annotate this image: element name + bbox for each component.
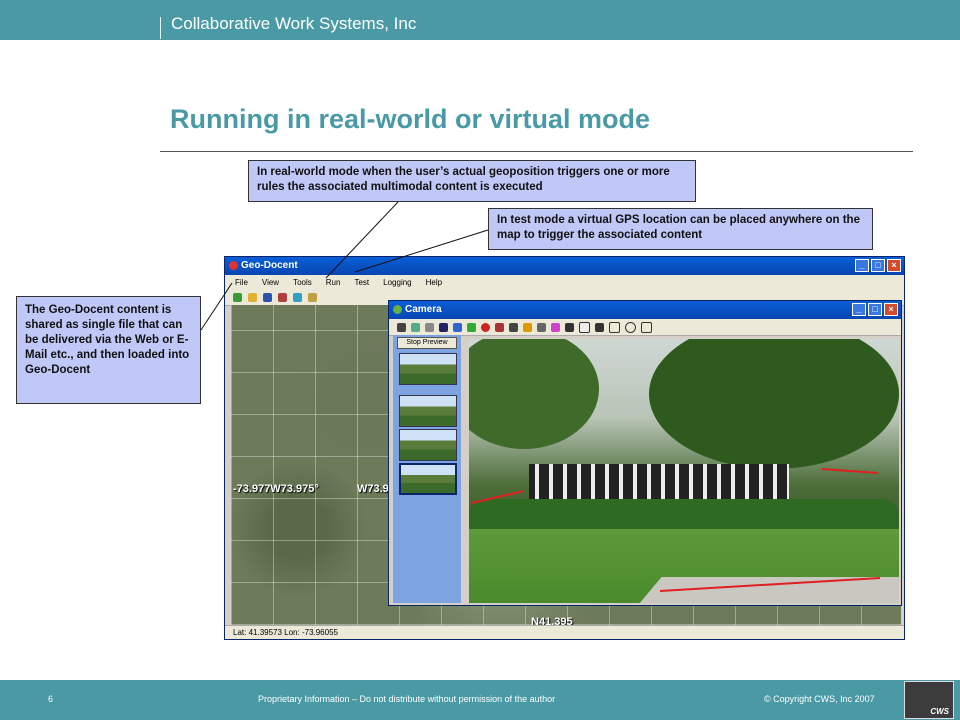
- maximize-button[interactable]: □: [868, 303, 882, 316]
- logo-text: CWS: [930, 707, 949, 716]
- maximize-button[interactable]: □: [871, 259, 885, 272]
- line-width-icon[interactable]: [565, 322, 574, 332]
- menu-run[interactable]: Run: [326, 278, 341, 287]
- camera-app-icon: [393, 305, 402, 314]
- camera-title-bar[interactable]: Camera _ □ ×: [389, 301, 901, 319]
- save-icon[interactable]: [263, 292, 272, 302]
- menu-test[interactable]: Test: [354, 278, 369, 287]
- cws-logo: CWS: [904, 681, 954, 719]
- rewind-icon[interactable]: [439, 322, 448, 332]
- copyright-notice: © Copyright CWS, Inc 2007: [764, 694, 875, 704]
- play-icon[interactable]: [467, 322, 476, 332]
- geo-status-bar: Lat: 41.39573 Lon: -73.96055: [225, 625, 904, 639]
- app-icon: [229, 261, 238, 270]
- map-coord-label: N41.395: [531, 616, 573, 625]
- properties-icon[interactable]: [278, 292, 287, 302]
- menu-file[interactable]: File: [235, 278, 248, 287]
- company-name: Collaborative Work Systems, Inc: [171, 14, 417, 33]
- title-rule: [160, 151, 913, 152]
- palette-icon[interactable]: [551, 322, 560, 332]
- menu-help[interactable]: Help: [426, 278, 442, 287]
- stop-preview-button[interactable]: Stop Preview: [397, 337, 457, 349]
- map-coord-label: W73.9: [357, 483, 389, 495]
- sidewalk: [636, 577, 899, 603]
- callout-test-mode: In test mode a virtual GPS location can …: [488, 208, 873, 250]
- video-thumbnail-selected[interactable]: [399, 463, 457, 495]
- tree-canopy: [649, 339, 899, 469]
- header-divider: [160, 17, 161, 39]
- proprietary-notice: Proprietary Information – Do not distrib…: [258, 694, 556, 704]
- pointer-icon[interactable]: [579, 321, 590, 333]
- camera-preview-image: [469, 339, 899, 603]
- minimize-button[interactable]: _: [852, 303, 866, 316]
- camera-icon[interactable]: [397, 322, 406, 332]
- thumbnail-strip: Stop Preview: [393, 335, 461, 603]
- callout-content-sharing: The Geo-Docent content is shared as sing…: [16, 296, 201, 404]
- slide-title: Running in real-world or virtual mode: [170, 104, 651, 134]
- ellipse-tool-icon[interactable]: [625, 321, 636, 333]
- camera-window-title: Camera: [405, 304, 442, 315]
- zoom-icon[interactable]: [411, 322, 420, 332]
- line-tool-icon[interactable]: [595, 322, 604, 332]
- polygon-tool-icon[interactable]: [641, 321, 652, 333]
- camera-window: Camera _ □ × Stop Preview: [388, 300, 902, 606]
- video-thumbnail[interactable]: [399, 429, 457, 461]
- page-number: 6: [48, 694, 54, 704]
- callout-real-world-mode: In real-world mode when the user’s actua…: [248, 160, 696, 202]
- delete-icon[interactable]: [509, 322, 518, 332]
- tree-canopy: [469, 339, 599, 449]
- marching-band: [529, 464, 789, 504]
- close-button[interactable]: ×: [887, 259, 901, 272]
- snapshot-icon[interactable]: [495, 322, 504, 332]
- map-coord-label: -73.977W73.975°: [233, 483, 319, 495]
- geo-window-title: Geo-Docent: [241, 260, 298, 271]
- video-thumbnail[interactable]: [399, 395, 457, 427]
- pen-icon[interactable]: [537, 322, 546, 332]
- geo-title-bar[interactable]: Geo-Docent _ □ ×: [225, 257, 904, 275]
- open-folder-icon[interactable]: [248, 292, 257, 302]
- globe-icon[interactable]: [293, 292, 302, 302]
- pencil-icon[interactable]: [523, 322, 532, 332]
- tools-icon[interactable]: [425, 322, 434, 332]
- geo-menubar: File View Tools Run Test Logging Help: [225, 275, 904, 289]
- menu-logging[interactable]: Logging: [383, 278, 411, 287]
- rectangle-tool-icon[interactable]: [609, 321, 620, 333]
- close-button[interactable]: ×: [884, 303, 898, 316]
- camera-toolbar: [389, 319, 901, 336]
- minimize-button[interactable]: _: [855, 259, 869, 272]
- stop-icon[interactable]: [453, 322, 462, 332]
- video-thumbnail[interactable]: [399, 353, 457, 385]
- footer-bar: 6 Proprietary Information – Do not distr…: [0, 680, 960, 720]
- new-icon[interactable]: [233, 292, 242, 302]
- record-icon[interactable]: [481, 322, 490, 332]
- header-bar: Collaborative Work Systems, Inc: [0, 0, 960, 40]
- speaker-icon[interactable]: [308, 292, 317, 302]
- menu-view[interactable]: View: [262, 278, 279, 287]
- menu-tools[interactable]: Tools: [293, 278, 312, 287]
